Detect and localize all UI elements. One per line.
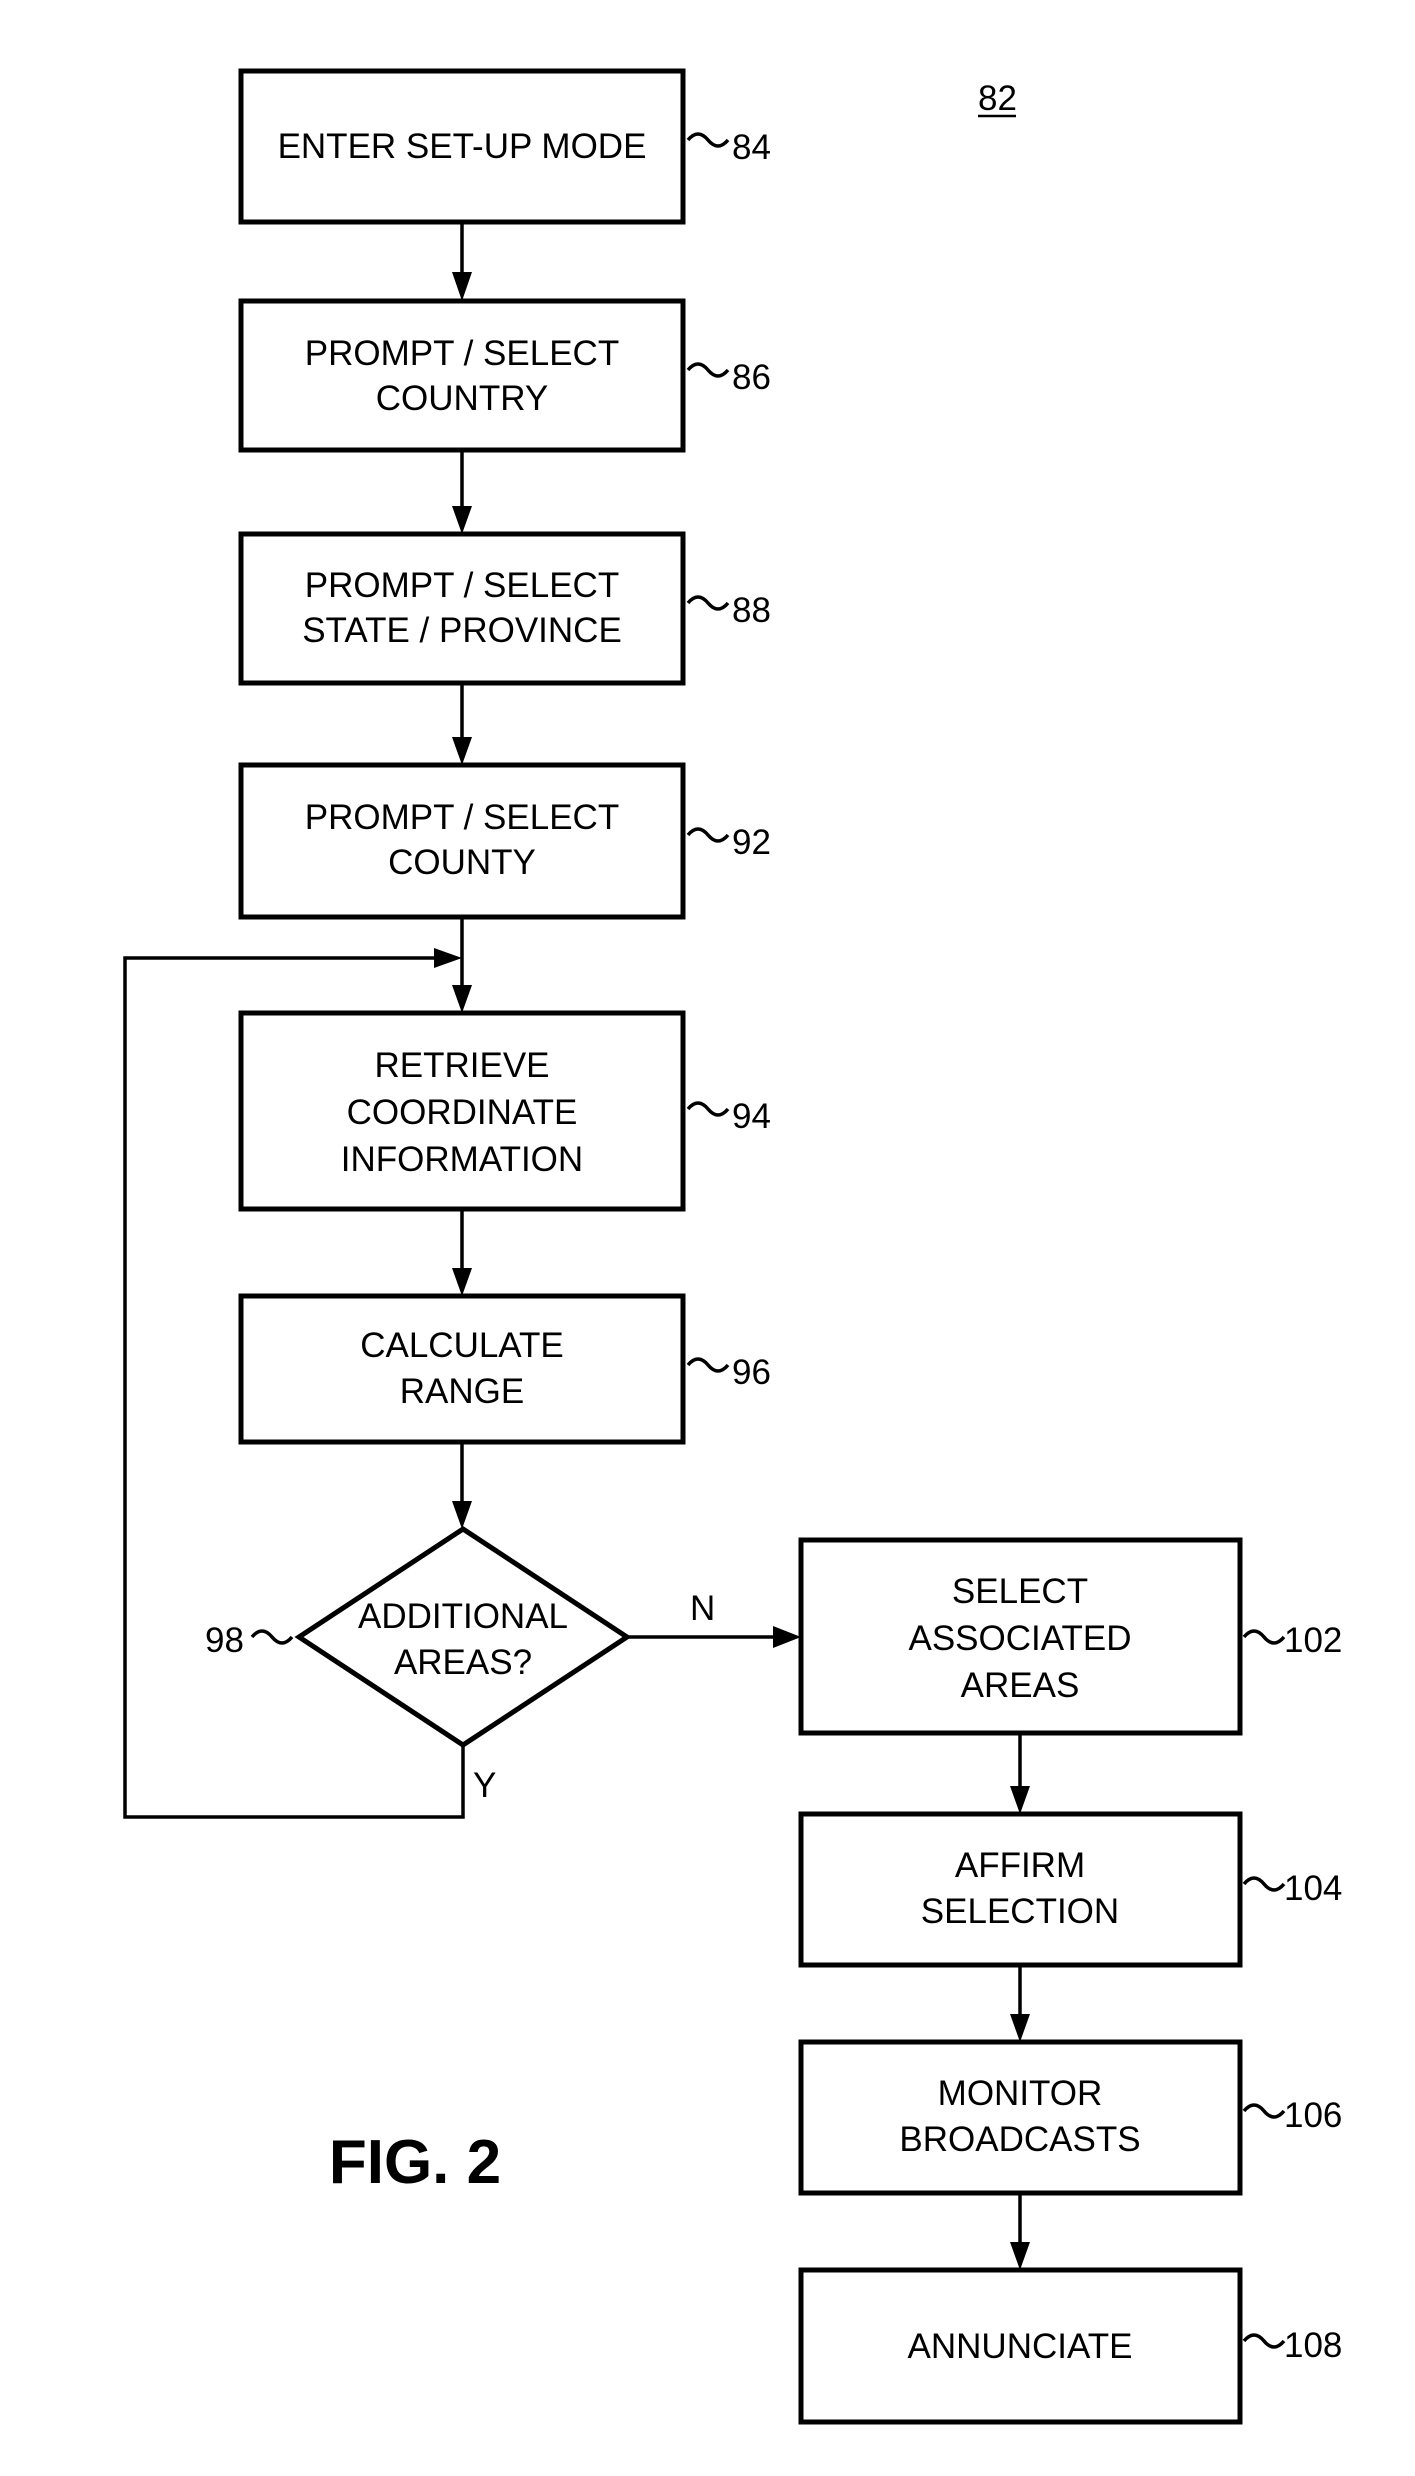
step-84-ref: 84 [732, 128, 771, 167]
arrowhead [1010, 2242, 1030, 2270]
step-106-line-1: MONITOR [938, 2074, 1103, 2113]
decision-line-2: AREAS? [394, 1643, 532, 1682]
step-94-ref: 94 [732, 1097, 771, 1136]
arrowhead [452, 1501, 472, 1529]
flowchart: 82 ENTER SET-UP MODE 84 PROMPT / SELECT … [123, 68, 1342, 2425]
arrowhead [452, 985, 472, 1013]
step-102: SELECT ASSOCIATED AREAS 102 [798, 1537, 1342, 1736]
step-92-line-1: PROMPT / SELECT [305, 798, 619, 837]
step-108-ref: 108 [1284, 2326, 1342, 2365]
arrowhead [773, 1626, 801, 1648]
leader-106 [1242, 2103, 1286, 2119]
step-108-line-1: ANNUNCIATE [908, 2327, 1133, 2366]
step-96: CALCULATE RANGE 96 [238, 1293, 771, 1445]
step-84-line-1: ENTER SET-UP MODE [278, 127, 647, 166]
step-96-ref: 96 [732, 1353, 771, 1392]
step-86-line-2: COUNTRY [376, 379, 548, 418]
step-106-ref: 106 [1284, 2096, 1342, 2135]
figure-reference: 82 [978, 79, 1017, 118]
step-96-line-2: RANGE [400, 1372, 524, 1411]
arrowhead [1010, 1786, 1030, 1814]
step-104: AFFIRM SELECTION 104 [798, 1811, 1342, 1968]
leader-94 [686, 1101, 730, 1117]
step-104-ref: 104 [1284, 1869, 1342, 1908]
step-84: ENTER SET-UP MODE 84 [238, 68, 771, 225]
step-94-line-2: COORDINATE [347, 1093, 578, 1132]
step-88-line-2: STATE / PROVINCE [302, 611, 622, 650]
leader-96 [686, 1357, 730, 1373]
arrowhead [434, 948, 462, 968]
leader-102 [1242, 1629, 1286, 1645]
step-108: ANNUNCIATE 108 [798, 2267, 1342, 2425]
decision-line-1: ADDITIONAL [358, 1597, 568, 1636]
step-102-ref: 102 [1284, 1621, 1342, 1660]
step-88-line-1: PROMPT / SELECT [305, 566, 619, 605]
step-92: PROMPT / SELECT COUNTY 92 [238, 762, 771, 920]
step-106: MONITOR BROADCASTS 106 [798, 2039, 1342, 2196]
step-104-line-2: SELECTION [921, 1892, 1119, 1931]
step-96-line-1: CALCULATE [360, 1326, 564, 1365]
step-102-line-2: ASSOCIATED [908, 1619, 1131, 1658]
decision-ref: 98 [205, 1621, 244, 1660]
leader-92 [686, 827, 730, 843]
decision-no-label: N [690, 1589, 715, 1628]
step-88: PROMPT / SELECT STATE / PROVINCE 88 [238, 531, 771, 686]
step-86: PROMPT / SELECT COUNTRY 86 [238, 298, 771, 453]
step-104-line-1: AFFIRM [955, 1846, 1085, 1885]
step-102-line-1: SELECT [952, 1572, 1088, 1611]
step-94-line-3: INFORMATION [341, 1140, 583, 1179]
step-92-ref: 92 [732, 823, 771, 862]
step-94: RETRIEVE COORDINATE INFORMATION 94 [238, 1010, 771, 1212]
leader-108 [1242, 2333, 1286, 2349]
arrowhead [452, 1268, 472, 1296]
leader-104 [1242, 1876, 1286, 1892]
arrowhead [452, 737, 472, 765]
step-106-line-2: BROADCASTS [899, 2120, 1140, 2159]
arrowhead [1010, 2014, 1030, 2042]
step-86-line-1: PROMPT / SELECT [305, 334, 619, 373]
arrowhead [452, 272, 472, 301]
decision-yes-label: Y [473, 1766, 496, 1805]
figure-label: FIG. 2 [329, 2128, 501, 2197]
arrowhead [452, 506, 472, 534]
step-92-line-2: COUNTY [388, 843, 536, 882]
leader-88 [686, 595, 730, 611]
leader-86 [686, 362, 730, 378]
leader-84 [686, 132, 730, 148]
leader-98 [250, 1629, 294, 1645]
step-88-ref: 88 [732, 591, 771, 630]
decision-98: ADDITIONAL AREAS? 98 N Y [205, 1526, 715, 1805]
step-86-ref: 86 [732, 358, 771, 397]
step-94-line-1: RETRIEVE [374, 1046, 549, 1085]
step-102-line-3: AREAS [961, 1666, 1080, 1705]
